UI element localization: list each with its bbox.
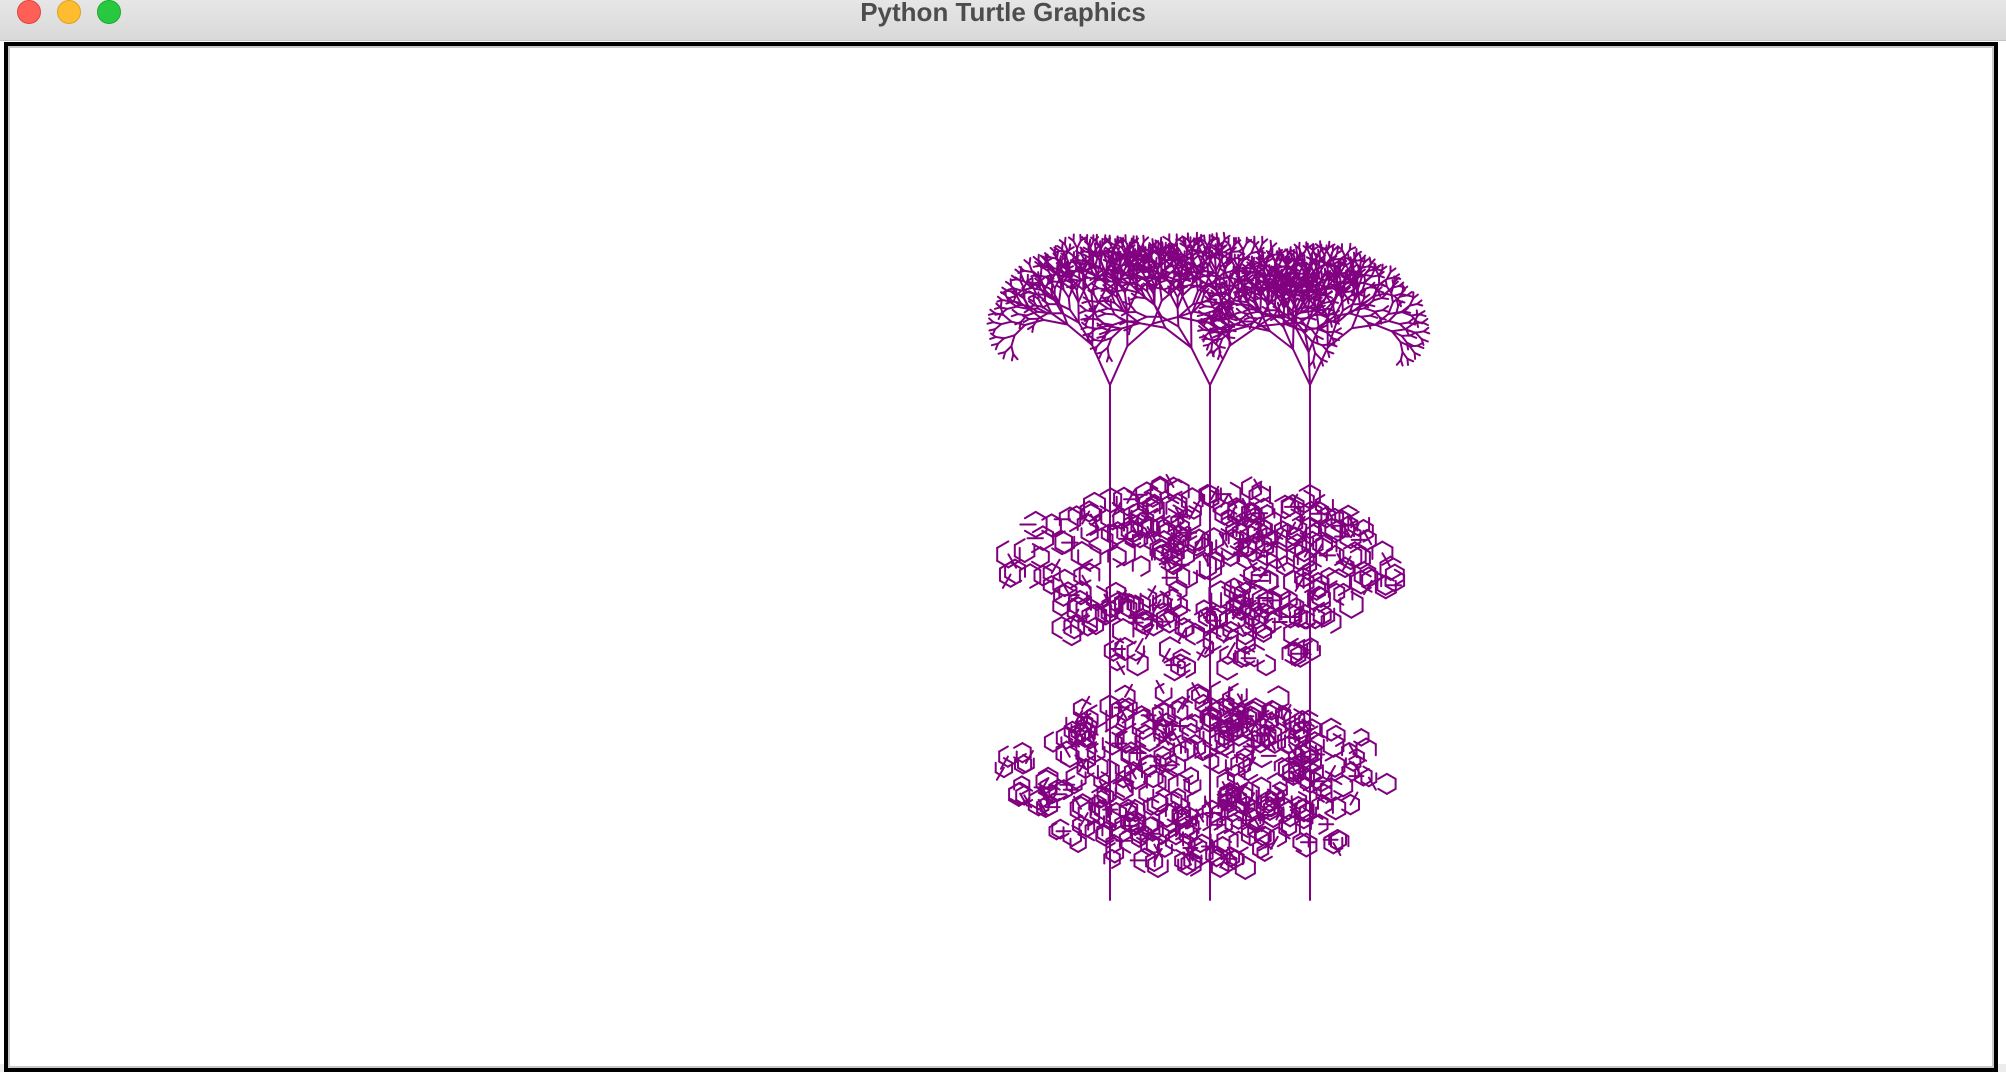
fractal-plant-drawing: [12, 52, 1992, 1064]
title-bar[interactable]: Python Turtle Graphics: [0, 0, 2006, 41]
turtle-canvas[interactable]: [12, 52, 1992, 1064]
window-title: Python Turtle Graphics: [0, 0, 2006, 26]
turtle-window: Python Turtle Graphics: [0, 0, 2006, 1064]
